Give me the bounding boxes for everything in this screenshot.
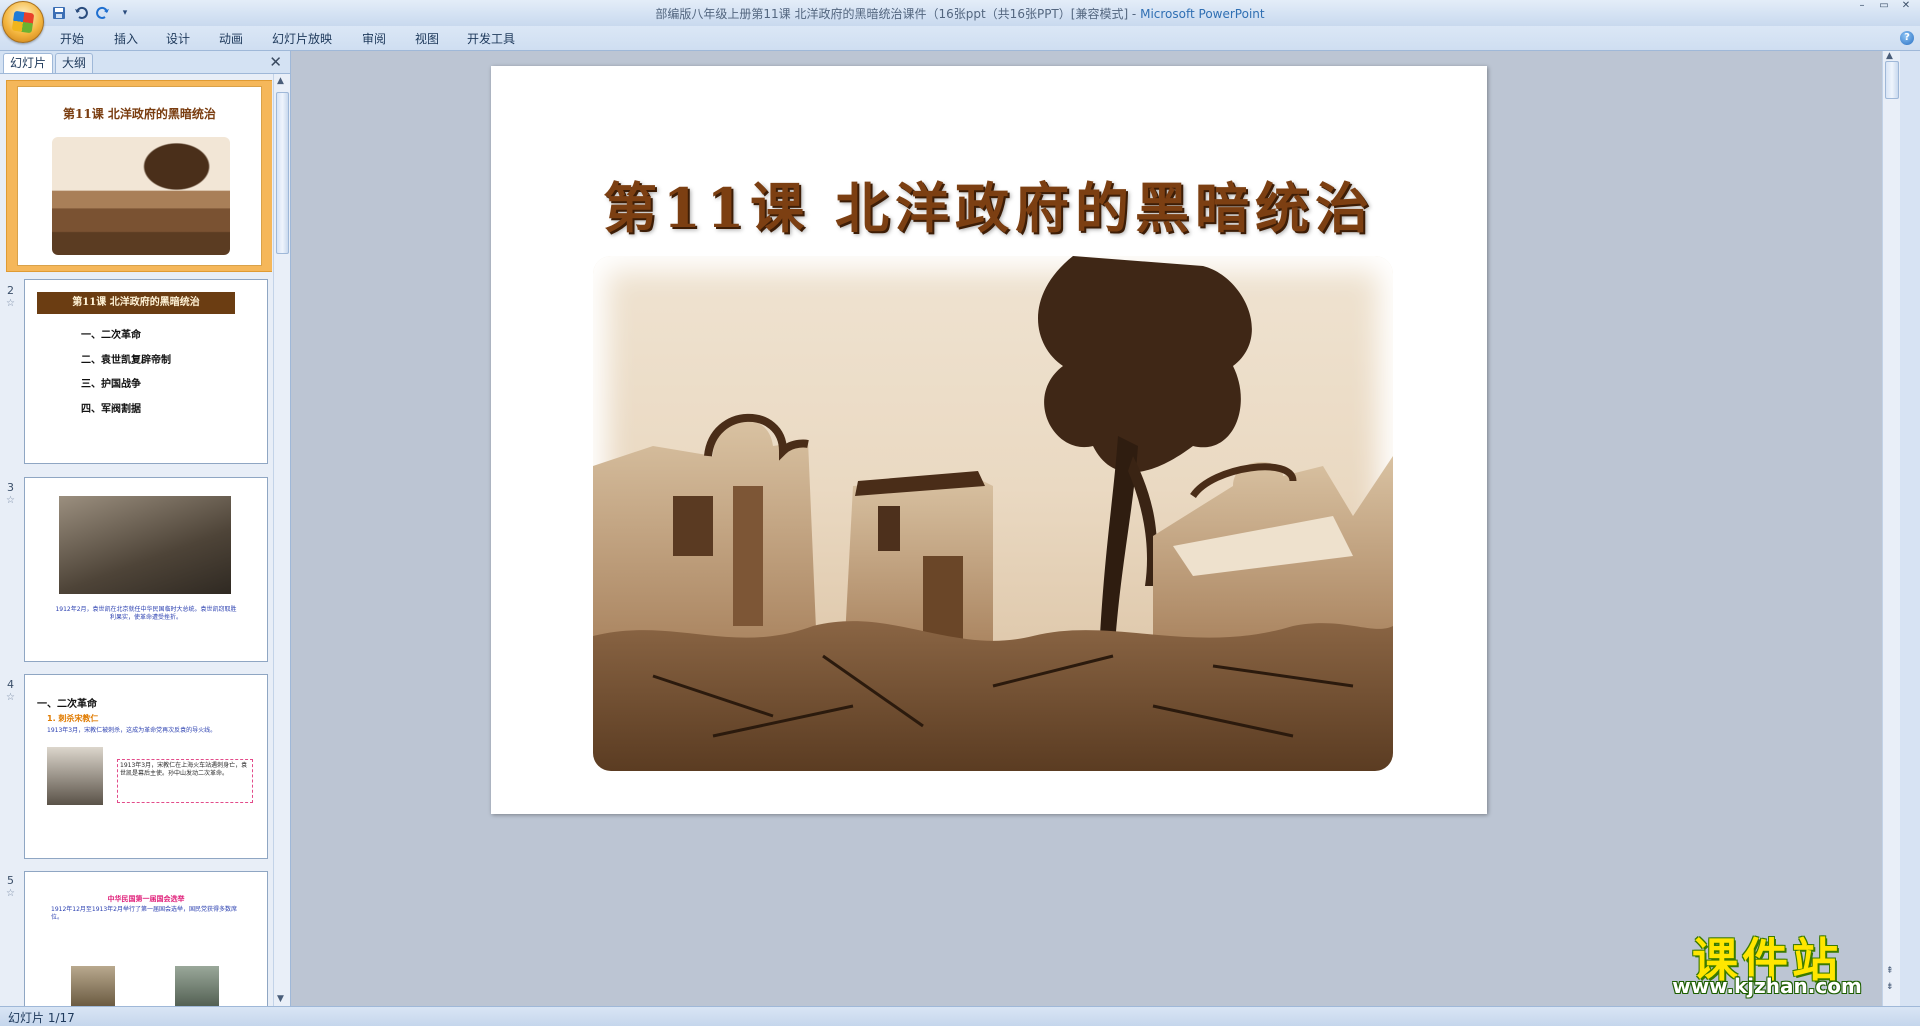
panel-tabs: 幻灯片 大纲 ✕	[0, 51, 290, 74]
next-slide-icon[interactable]: ⇟	[1886, 982, 1894, 992]
thumbnail-banner: 第11课 北洋政府的黑暗统治	[37, 292, 235, 314]
tab-design[interactable]: 设计	[166, 30, 190, 47]
slide-title[interactable]: 第11课 北洋政府的黑暗统治	[491, 164, 1487, 243]
tab-review[interactable]: 审阅	[362, 30, 386, 47]
slide-scrollbar[interactable]: ▲ ⇞ ⇟	[1882, 51, 1900, 1006]
office-button[interactable]	[2, 1, 44, 43]
tab-outline[interactable]: 大纲	[55, 53, 94, 73]
scroll-up-icon[interactable]: ▲	[277, 76, 284, 86]
panel-scrollbar[interactable]: ▲ ▼	[273, 74, 290, 1006]
thumbnail-title: 第11课 北洋政府的黑暗统治	[63, 107, 216, 121]
window-controls: – ▭ ✕	[1852, 0, 1916, 14]
thumbnail-number: 2	[7, 284, 14, 297]
slide-workspace: 第11课 北洋政府的黑暗统治 课件站 www.kjzhan.com ▲ ⇞ ⇟	[291, 51, 1900, 1006]
slides-panel: 幻灯片 大纲 ✕ 1 第11课 北洋政府的黑暗统治 2 ☆ 第11课 北洋政府的…	[0, 51, 291, 1006]
document-title: 部编版八年级上册第11课 北洋政府的黑暗统治课件（16张ppt（共16张PPT）…	[655, 7, 1141, 21]
animation-star-icon: ☆	[6, 692, 15, 703]
ribbon-tabs: 开始 插入 设计 动画 幻灯片放映 审阅 视图 开发工具 ?	[0, 26, 1920, 51]
thumbnail-list-item: 二、袁世凯复辟帝制	[81, 355, 171, 366]
scroll-down-icon[interactable]: ▼	[277, 994, 284, 1004]
thumbnail-list: 1 第11课 北洋政府的黑暗统治 2 ☆ 第11课 北洋政府的黑暗统治 一、二次…	[0, 74, 272, 1006]
thumbnail-image	[175, 966, 219, 1006]
thumbnail-list-item: 四、军阀割据	[81, 404, 141, 415]
thumbnail-number: 4	[7, 678, 14, 691]
minimize-button[interactable]: –	[1852, 0, 1872, 14]
thumbnail-slide-1[interactable]: 第11课 北洋政府的黑暗统治	[6, 80, 272, 272]
thumbnail-list-item: 一、二次革命	[81, 330, 141, 341]
title-bar: ▾ 部编版八年级上册第11课 北洋政府的黑暗统治课件（16张ppt（共16张PP…	[0, 0, 1920, 26]
window-title: 部编版八年级上册第11课 北洋政府的黑暗统治课件（16张ppt（共16张PPT）…	[0, 5, 1920, 22]
office-logo-icon	[11, 10, 35, 34]
animation-star-icon: ☆	[6, 888, 15, 899]
tab-slides[interactable]: 幻灯片	[3, 53, 54, 73]
tab-developer[interactable]: 开发工具	[467, 30, 515, 47]
thumbnail-number: 3	[7, 481, 14, 494]
thumbnail-image	[52, 137, 230, 255]
watermark-logo: 课件站 www.kjzhan.com	[1672, 924, 1862, 1006]
animation-star-icon: ☆	[6, 298, 15, 309]
slide-counter: 幻灯片 1/17	[8, 1011, 75, 1025]
thumbnail-body: 1912年12月至1913年2月举行了第一届国会选举，国民党获得多数席位。	[51, 906, 237, 921]
scrollbar-thumb[interactable]	[276, 92, 289, 254]
animation-star-icon: ☆	[6, 495, 15, 506]
thumbnail-body: 1913年3月，宋教仁被刺杀，这成为革命党再次反袁的导火线。	[47, 727, 217, 734]
close-icon[interactable]: ✕	[269, 53, 282, 71]
thumbnail-slide-3[interactable]: 1912年2月，袁世凯在北京就任中华民国临时大总统。袁世凯窃取胜利果实，使革命遭…	[24, 477, 268, 662]
thumbnail-portrait	[47, 747, 103, 805]
thumbnail-slide-2[interactable]: 第11课 北洋政府的黑暗统治 一、二次革命 二、袁世凯复辟帝制 三、护国战争 四…	[24, 279, 268, 464]
previous-slide-icon[interactable]: ⇞	[1886, 966, 1894, 976]
thumbnail-heading: 中华民国第一届国会选举	[107, 895, 185, 903]
tab-slideshow[interactable]: 幻灯片放映	[272, 30, 332, 47]
thumbnail-caption: 1912年2月，袁世凯在北京就任中华民国临时大总统。袁世凯窃取胜利果实，使革命遭…	[55, 606, 237, 621]
thumbnail-subheading: 1. 刺杀宋教仁	[47, 714, 99, 723]
tab-animations[interactable]: 动画	[219, 30, 243, 47]
thumbnail-text-box: 1913年3月，宋教仁在上海火车站遇刺身亡，袁世凯是幕后主使。孙中山发动二次革命…	[117, 759, 253, 803]
scroll-up-icon[interactable]: ▲	[1886, 51, 1893, 61]
thumbnail-slide-5[interactable]: 中华民国第一届国会选举 1912年12月至1913年2月举行了第一届国会选举，国…	[24, 871, 268, 1006]
thumbnail-heading: 一、二次革命	[37, 699, 97, 710]
tab-insert[interactable]: 插入	[114, 30, 138, 47]
tab-home[interactable]: 开始	[60, 30, 84, 47]
close-button[interactable]: ✕	[1896, 0, 1916, 14]
thumbnail-image	[59, 496, 231, 594]
help-icon[interactable]: ?	[1900, 31, 1914, 45]
thumbnail-image	[71, 966, 115, 1006]
thumbnail-canvas: 第11课 北洋政府的黑暗统治	[17, 86, 262, 266]
scrollbar-thumb[interactable]	[1885, 61, 1899, 99]
watermark-url: www.kjzhan.com	[1672, 974, 1862, 998]
current-slide[interactable]: 第11课 北洋政府的黑暗统治	[491, 66, 1487, 814]
restore-button[interactable]: ▭	[1874, 0, 1894, 14]
app-name: Microsoft PowerPoint	[1140, 7, 1265, 21]
thumbnail-list-item: 三、护国战争	[81, 379, 141, 390]
thumbnail-slide-4[interactable]: 一、二次革命 1. 刺杀宋教仁 1913年3月，宋教仁被刺杀，这成为革命党再次反…	[24, 674, 268, 859]
slide-photo[interactable]	[593, 256, 1393, 771]
thumbnail-number: 5	[7, 874, 14, 887]
tab-view[interactable]: 视图	[415, 30, 439, 47]
ruined-buildings-photo	[593, 256, 1393, 771]
status-bar: 幻灯片 1/17	[0, 1006, 1920, 1026]
